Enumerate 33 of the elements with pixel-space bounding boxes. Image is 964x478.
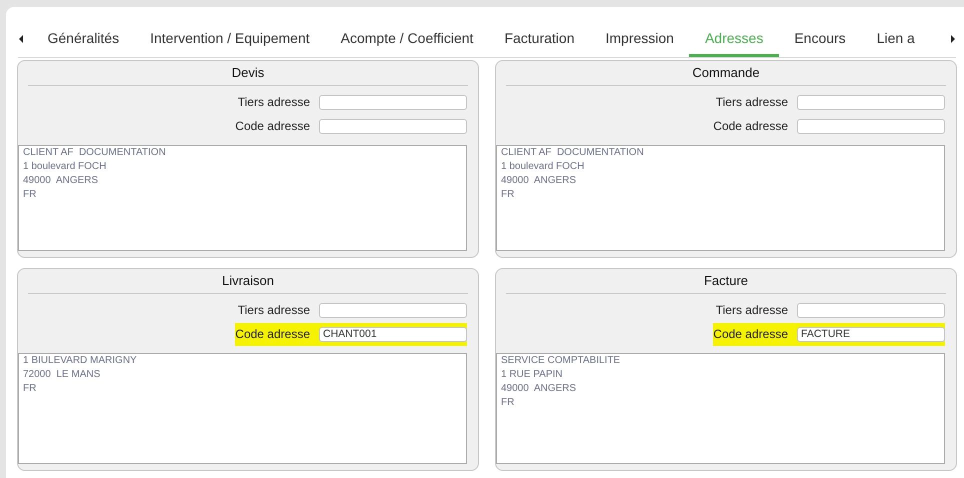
scroll-right-icon[interactable]: [950, 34, 956, 42]
address-field[interactable]: CLIENT AF DOCUMENTATION 1 boulevard FOCH 49000 ANGERS FR: [496, 145, 945, 251]
panel-title: Devis: [232, 65, 264, 82]
tab[interactable]: Encours: [778, 20, 862, 57]
input-field[interactable]: [319, 94, 467, 110]
tab[interactable]: Acompte / Coefficient: [325, 20, 489, 57]
tab[interactable]: Lien a: [861, 20, 930, 57]
tab[interactable]: Facturation: [488, 20, 590, 57]
field-label: Tiers adresse: [238, 303, 310, 317]
panel-title: Livraison: [222, 273, 274, 290]
tab[interactable]: Généralités: [32, 20, 135, 57]
input-field[interactable]: [319, 118, 467, 134]
scroll-left-icon[interactable]: [18, 34, 24, 42]
field-label: Tiers adresse: [716, 95, 788, 109]
input-field[interactable]: [797, 302, 945, 318]
address-field[interactable]: 1 BIULEVARD MARIGNY 72000 LE MANS FR: [18, 353, 467, 464]
input-field[interactable]: [319, 302, 467, 318]
panel-title: Facture: [704, 273, 748, 290]
input-field[interactable]: [797, 94, 945, 110]
address-field[interactable]: SERVICE COMPTABILITE 1 RUE PAPIN 49000 ANGERS FR: [496, 353, 945, 464]
address-field[interactable]: CLIENT AF DOCUMENTATION 1 boulevard FOCH 49000 ANGERS FR: [18, 145, 467, 251]
field-label: Tiers adresse: [716, 303, 788, 317]
panel-title: Commande: [692, 65, 760, 82]
input-field[interactable]: [797, 118, 945, 134]
input-field[interactable]: FACTURE: [797, 326, 945, 342]
tab[interactable]: Intervention / Equipement: [134, 20, 326, 57]
tab[interactable]: Impression: [590, 20, 690, 57]
field-label: Code adresse: [713, 327, 788, 341]
field-label: Code adresse: [713, 119, 788, 133]
field-label: Code adresse: [235, 327, 310, 341]
field-label: Tiers adresse: [238, 95, 310, 109]
input-field[interactable]: CHANT001: [319, 326, 467, 342]
field-label: Code adresse: [235, 119, 310, 133]
